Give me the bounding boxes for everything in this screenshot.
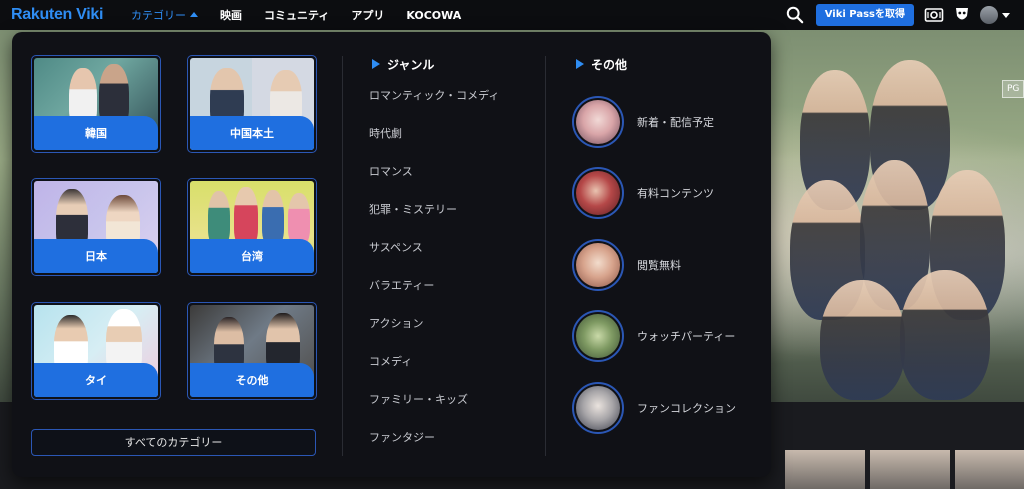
genre-list: ロマンティック・コメディ 時代劇 ロマンス 犯罪・ミステリー サスペンス バラエ… xyxy=(369,85,499,465)
hero-person xyxy=(820,280,905,400)
other-item-new-upcoming[interactable]: 新着・配信予定 xyxy=(572,86,736,158)
category-card-taiwan[interactable]: 台湾 xyxy=(187,178,317,276)
other-heading: その他 xyxy=(576,56,627,73)
genre-item[interactable]: ロマンティック・コメディ xyxy=(369,85,499,123)
other-item-label: ファンコレクション xyxy=(637,401,736,415)
nav-item-kocowa[interactable]: KOCOWA xyxy=(406,9,461,22)
category-label-bar: タイ xyxy=(34,363,158,397)
other-item-thumbnail xyxy=(572,310,624,363)
other-list: 新着・配信予定 有料コンテンツ 閲覧無料 ウォッチパーティー ファンコレクション xyxy=(572,86,736,444)
get-viki-pass-button[interactable]: Viki Passを取得 xyxy=(815,4,914,26)
mask-icon[interactable] xyxy=(952,5,972,25)
top-navigation-bar: Rakuten Viki カテゴリー 映画 コミュニティ アプリ KOCOWA … xyxy=(0,0,1024,30)
triangle-right-icon xyxy=(576,59,584,69)
nav-item-community[interactable]: コミュニティ xyxy=(264,7,329,23)
category-label-bar: その他 xyxy=(190,363,314,397)
other-item-thumbnail xyxy=(572,238,624,291)
divider xyxy=(545,56,546,456)
genre-item[interactable]: ロマンス xyxy=(369,161,499,199)
avatar[interactable] xyxy=(980,6,998,24)
other-heading-label: その他 xyxy=(591,58,628,72)
genre-item[interactable]: 時代劇 xyxy=(369,123,499,161)
genre-item[interactable]: 犯罪・ミステリー xyxy=(369,199,499,237)
other-item-thumbnail xyxy=(572,167,624,220)
category-label-bar: 韓国 xyxy=(34,116,158,150)
logo[interactable]: Rakuten Viki xyxy=(11,5,103,25)
nav-item-category[interactable]: カテゴリー xyxy=(131,7,198,23)
other-item-thumbnail xyxy=(572,381,624,434)
search-icon[interactable] xyxy=(786,6,804,24)
genre-item[interactable]: サスペンス xyxy=(369,237,499,275)
main-nav: カテゴリー 映画 コミュニティ アプリ KOCOWA xyxy=(131,0,483,30)
nav-item-apps[interactable]: アプリ xyxy=(351,7,384,23)
all-categories-button[interactable]: すべてのカテゴリー xyxy=(31,429,316,456)
category-label-bar: 中国本土 xyxy=(190,116,314,150)
category-label: 台湾 xyxy=(241,250,263,263)
genre-item[interactable]: アクション xyxy=(369,313,499,351)
genre-item[interactable]: ファミリー・キッズ xyxy=(369,389,499,427)
category-label-bar: 日本 xyxy=(34,239,158,273)
other-item-watch-party[interactable]: ウォッチパーティー xyxy=(572,301,736,373)
category-card-thailand[interactable]: タイ xyxy=(31,302,161,400)
divider xyxy=(342,56,343,456)
hero-person xyxy=(900,270,990,400)
category-dropdown-panel: 韓国 中国本土 日本 台湾 タイ その他 すべてのカテゴリー ジャンル ロマンテ… xyxy=(12,32,771,477)
category-label: 中国本土 xyxy=(230,127,274,140)
category-label: その他 xyxy=(235,374,269,387)
category-label: 韓国 xyxy=(85,127,107,140)
category-card-china[interactable]: 中国本土 xyxy=(187,55,317,153)
genre-heading: ジャンル xyxy=(372,56,434,73)
genre-item[interactable]: バラエティー xyxy=(369,275,499,313)
thumbnail[interactable] xyxy=(955,450,1024,489)
category-card-korea[interactable]: 韓国 xyxy=(31,55,161,153)
other-item-paid-content[interactable]: 有料コンテンツ xyxy=(572,158,736,230)
genre-item[interactable]: コメディ xyxy=(369,351,499,389)
triangle-right-icon xyxy=(372,59,380,69)
category-label: タイ xyxy=(85,374,107,387)
ticket-icon[interactable] xyxy=(924,5,944,25)
category-card-other[interactable]: その他 xyxy=(187,302,317,400)
thumbnail[interactable] xyxy=(785,450,865,489)
other-item-label: 新着・配信予定 xyxy=(637,115,714,129)
header-tools: Viki Passを取得 xyxy=(786,0,1010,30)
other-item-label: ウォッチパーティー xyxy=(637,330,736,344)
thumbnail[interactable] xyxy=(870,450,950,489)
other-item-label: 有料コンテンツ xyxy=(637,187,714,201)
nav-item-label: カテゴリー xyxy=(131,9,186,22)
chevron-down-icon[interactable] xyxy=(1002,12,1010,18)
category-label-bar: 台湾 xyxy=(190,239,314,273)
caret-up-icon xyxy=(190,12,198,17)
other-item-thumbnail xyxy=(572,95,624,148)
other-item-label: 閲覧無料 xyxy=(637,258,681,272)
category-label: 日本 xyxy=(85,250,107,263)
nav-item-movies[interactable]: 映画 xyxy=(220,7,242,23)
other-item-fan-collection[interactable]: ファンコレクション xyxy=(572,372,736,444)
other-item-free-to-watch[interactable]: 閲覧無料 xyxy=(572,229,736,301)
category-card-japan[interactable]: 日本 xyxy=(31,178,161,276)
rating-badge: PG xyxy=(1002,80,1024,98)
genre-item[interactable]: ファンタジー xyxy=(369,427,499,465)
genre-heading-label: ジャンル xyxy=(387,58,435,72)
